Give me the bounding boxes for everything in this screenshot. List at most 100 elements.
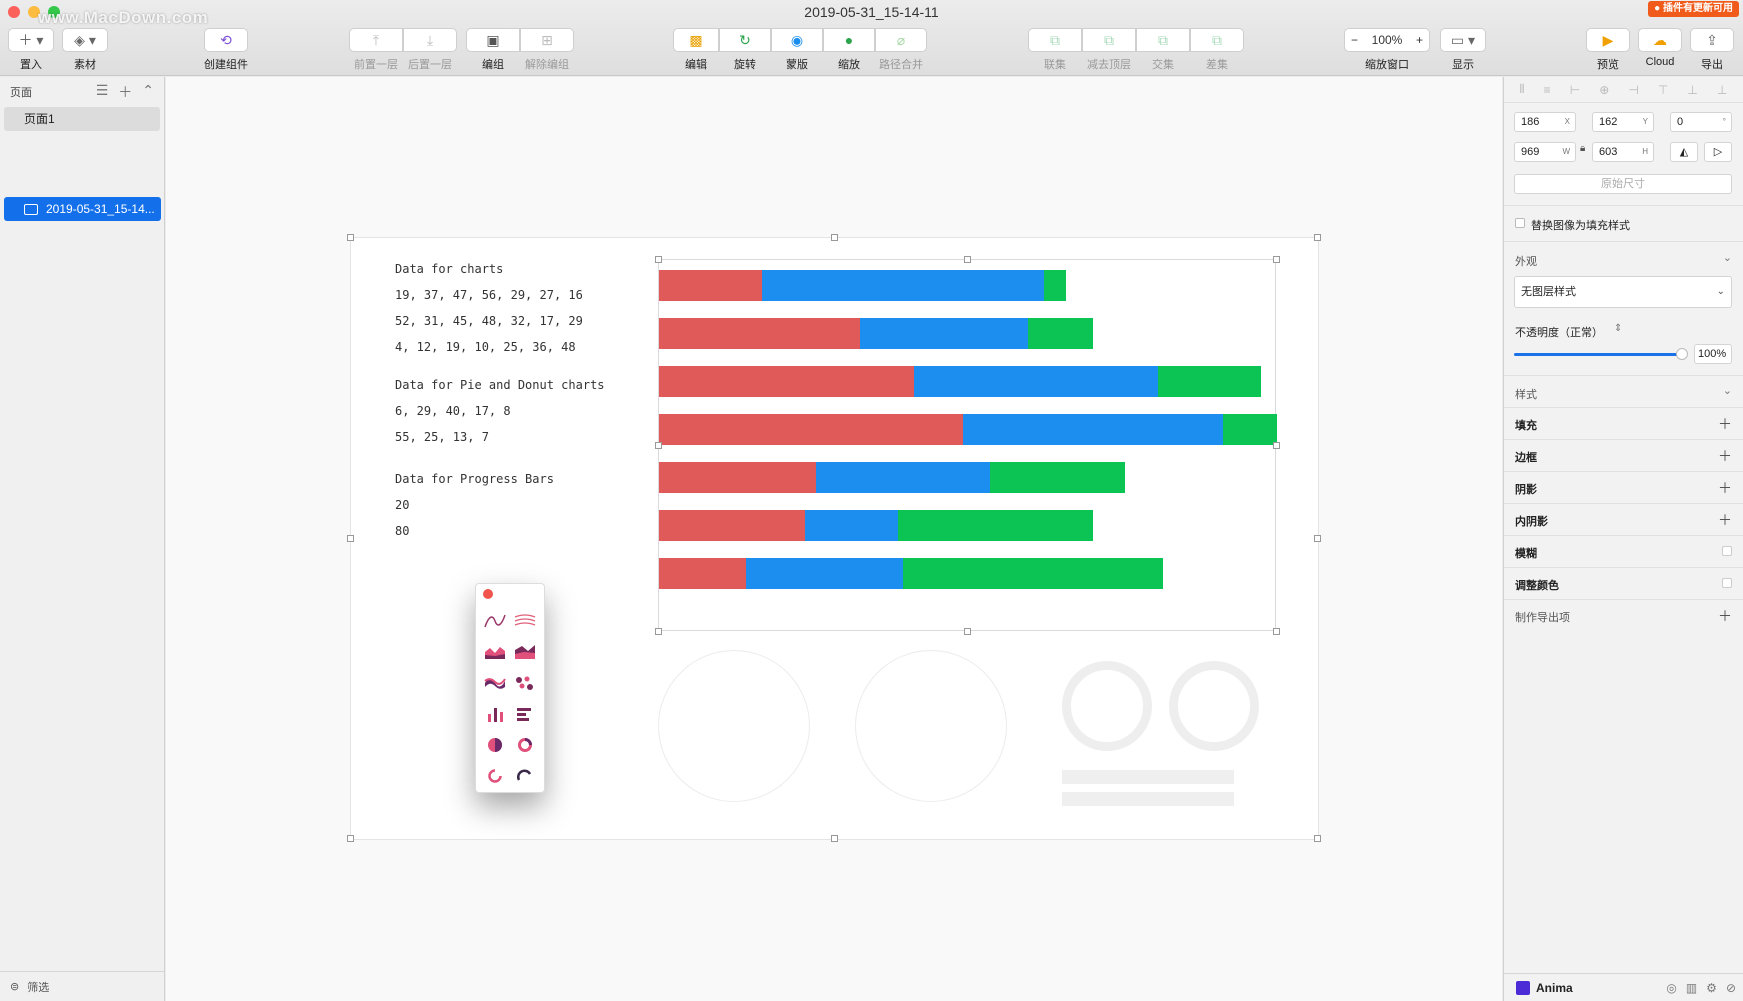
- align-center-icon[interactable]: ⊕: [1599, 83, 1609, 97]
- y-field[interactable]: 162 Y: [1592, 112, 1654, 132]
- blur-checkbox[interactable]: [1722, 546, 1732, 556]
- add-border-icon[interactable]: ＋: [1718, 446, 1732, 466]
- resize-handle[interactable]: [964, 256, 971, 263]
- backward-button[interactable]: ⤓: [403, 28, 457, 52]
- mask-button[interactable]: ◉: [771, 28, 823, 52]
- resize-handle[interactable]: [347, 835, 354, 842]
- edit-button[interactable]: ▩: [673, 28, 719, 52]
- align-left-icon[interactable]: ⊢: [1570, 83, 1580, 97]
- canvas[interactable]: Data for charts 19, 37, 47, 56, 29, 27, …: [166, 77, 1502, 1001]
- target-icon[interactable]: ◎: [1666, 981, 1676, 995]
- align-top-icon[interactable]: ⊤: [1658, 83, 1668, 97]
- resize-handle[interactable]: [964, 628, 971, 635]
- stream-chart-icon[interactable]: [512, 610, 538, 632]
- align-bottom-icon[interactable]: ⊥: [1717, 83, 1727, 97]
- donut-chart-icon[interactable]: [512, 734, 538, 756]
- chevron-down-icon[interactable]: ⌄: [1723, 384, 1732, 397]
- layout-icon[interactable]: ▥: [1686, 981, 1697, 995]
- resize-handle[interactable]: [1314, 234, 1321, 241]
- cloud-button[interactable]: ☁: [1638, 28, 1682, 52]
- assets-button[interactable]: ◈ ▾: [62, 28, 108, 52]
- blur-row[interactable]: 模糊: [1504, 535, 1743, 567]
- x-field[interactable]: 186 X: [1514, 112, 1576, 132]
- rotate-button[interactable]: ↻: [719, 28, 771, 52]
- resize-handle[interactable]: [1273, 442, 1280, 449]
- flip-vertical-button[interactable]: ▷: [1704, 142, 1732, 162]
- collapse-icon[interactable]: ⌃: [142, 82, 154, 102]
- lock-ratio-icon[interactable]: 🔒︎: [1580, 143, 1585, 154]
- flip-horizontal-button[interactable]: ◭: [1670, 142, 1698, 162]
- export-button[interactable]: ⇪: [1690, 28, 1734, 52]
- bar-chart-icon[interactable]: [482, 703, 508, 725]
- horizontal-bar-icon[interactable]: [512, 703, 538, 725]
- layer-style-select[interactable]: 无图层样式 ⌄: [1514, 276, 1732, 308]
- flatten-button[interactable]: ⌀: [875, 28, 927, 52]
- add-fill-icon[interactable]: ＋: [1718, 414, 1732, 434]
- resize-handle[interactable]: [1314, 534, 1321, 542]
- distribute-horizontal-icon[interactable]: ⫴: [1520, 82, 1525, 97]
- forward-button[interactable]: ⤒: [349, 28, 403, 52]
- selected-image[interactable]: Data for charts 19, 37, 47, 56, 29, 27, …: [347, 234, 1321, 842]
- color-adjust-row[interactable]: 调整颜色: [1504, 567, 1743, 599]
- height-field[interactable]: 603 H: [1592, 142, 1654, 162]
- progress-circle-icon[interactable]: [482, 765, 508, 787]
- rotation-field[interactable]: 0 °: [1670, 112, 1732, 132]
- resize-handle[interactable]: [830, 835, 838, 842]
- zoom-out-icon[interactable]: −: [1351, 33, 1358, 47]
- create-symbol-button[interactable]: ⟲: [204, 28, 248, 52]
- export-row[interactable]: 制作导出项 ＋: [1504, 599, 1743, 631]
- group-button[interactable]: ▣: [466, 28, 520, 52]
- close-palette-button[interactable]: [483, 589, 493, 599]
- progress-arc-icon[interactable]: [512, 765, 538, 787]
- view-button[interactable]: ▭ ▾: [1440, 28, 1486, 52]
- settings-icon[interactable]: ⚙: [1706, 981, 1717, 995]
- scatter-chart-icon[interactable]: [512, 672, 538, 694]
- pie-chart-icon[interactable]: [482, 734, 508, 756]
- resize-handle[interactable]: [1314, 835, 1321, 842]
- add-shadow-icon[interactable]: ＋: [1718, 478, 1732, 498]
- opacity-field[interactable]: 100%: [1694, 344, 1732, 364]
- resize-handle[interactable]: [347, 534, 354, 542]
- original-size-button[interactable]: 原始尺寸: [1514, 174, 1732, 194]
- stacked-area-icon[interactable]: [512, 641, 538, 663]
- inner-shadow-row[interactable]: 内阴影 ＋: [1504, 503, 1743, 535]
- subtract-button[interactable]: ⧉: [1082, 28, 1136, 52]
- resize-handle[interactable]: [347, 234, 354, 241]
- page-item[interactable]: 页面1: [4, 107, 160, 131]
- opacity-slider-handle[interactable]: [1676, 348, 1688, 360]
- layer-item-image[interactable]: 2019-05-31_15-14...: [4, 197, 161, 221]
- resize-handle[interactable]: [655, 256, 662, 263]
- distribute-vertical-icon[interactable]: ≡: [1544, 83, 1551, 97]
- replace-fill-checkbox[interactable]: [1515, 218, 1525, 228]
- resize-handle[interactable]: [655, 442, 662, 449]
- stepper-icon[interactable]: ⇕: [1614, 323, 1622, 334]
- border-row[interactable]: 边框 ＋: [1504, 439, 1743, 471]
- scale-button[interactable]: ●: [823, 28, 875, 52]
- add-export-icon[interactable]: ＋: [1718, 606, 1732, 626]
- stacked-bar-chart[interactable]: [655, 256, 1280, 635]
- resize-handle[interactable]: [1273, 256, 1280, 263]
- preview-button[interactable]: ▶: [1586, 28, 1630, 52]
- streamgraph-icon[interactable]: [482, 672, 508, 694]
- line-chart-icon[interactable]: [482, 610, 508, 632]
- add-page-icon[interactable]: ＋: [118, 82, 132, 102]
- intersect-button[interactable]: ⧉: [1136, 28, 1190, 52]
- disable-icon[interactable]: ⊘: [1726, 981, 1736, 995]
- filter-bar[interactable]: ⊜ 筛选: [0, 971, 164, 1001]
- resize-handle[interactable]: [1273, 628, 1280, 635]
- union-button[interactable]: ⧉: [1028, 28, 1082, 52]
- zoom-in-icon[interactable]: +: [1416, 33, 1423, 47]
- chevron-down-icon[interactable]: ⌄: [1723, 251, 1732, 264]
- add-inner-shadow-icon[interactable]: ＋: [1718, 510, 1732, 530]
- area-chart-icon[interactable]: [482, 641, 508, 663]
- ungroup-button[interactable]: ⊞: [520, 28, 574, 52]
- zoom-control[interactable]: − 100% +: [1344, 28, 1430, 52]
- fill-row[interactable]: 填充 ＋: [1504, 407, 1743, 439]
- plugin-update-badge[interactable]: ● 插件有更新可用: [1648, 1, 1739, 17]
- opacity-slider[interactable]: [1514, 353, 1684, 356]
- shadow-row[interactable]: 阴影 ＋: [1504, 471, 1743, 503]
- resize-handle[interactable]: [830, 234, 838, 241]
- align-middle-icon[interactable]: ⊥: [1687, 83, 1697, 97]
- resize-handle[interactable]: [655, 628, 662, 635]
- width-field[interactable]: 969 W: [1514, 142, 1576, 162]
